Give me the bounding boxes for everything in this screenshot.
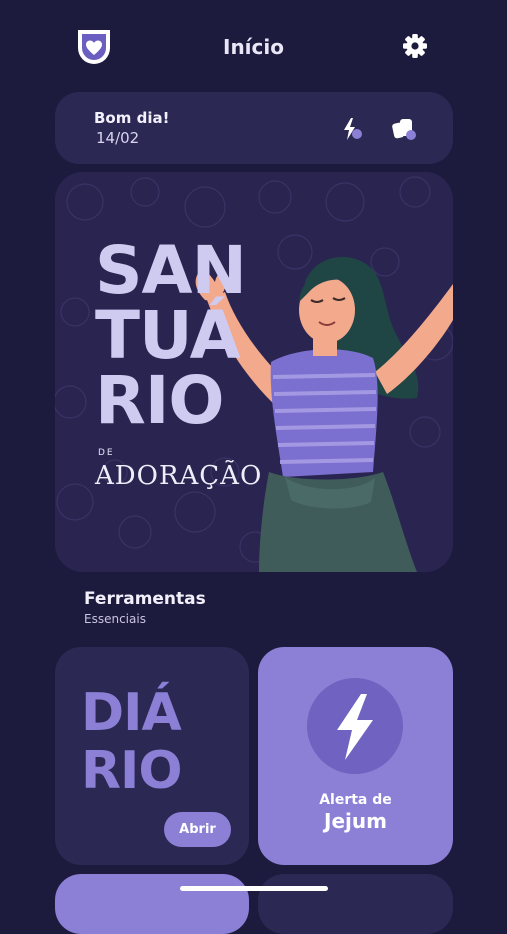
bolt-icon (307, 678, 403, 774)
banner-title-line: TUÁ (95, 297, 241, 374)
next-card[interactable] (258, 874, 453, 934)
diario-card[interactable]: DIÁ RIO Abrir (55, 647, 249, 865)
section-subtitle: Essenciais (84, 612, 146, 626)
section-title: Ferramentas (84, 589, 206, 609)
diario-title-line: RIO (81, 741, 183, 801)
greeting-title: Bom dia! (94, 109, 170, 127)
next-card[interactable] (55, 874, 249, 934)
santuario-banner[interactable]: SAN TUÁ RIO DE ADORAÇÃO (55, 172, 453, 572)
greeting-card: Bom dia! 14/02 (55, 92, 453, 164)
banner-subtitle: ADORAÇÃO (95, 461, 263, 491)
header: Início (0, 0, 507, 96)
banner-title-line: SAN (95, 232, 247, 309)
greeting-date: 14/02 (96, 129, 140, 147)
banner-small-text: DE (98, 448, 115, 458)
page-title: Início (223, 35, 284, 59)
jejum-label: Alerta de (319, 792, 392, 808)
bolt-icon[interactable] (337, 114, 367, 144)
jejum-title: Jejum (324, 809, 387, 833)
alerta-jejum-card[interactable]: Alerta de Jejum (258, 647, 453, 865)
home-indicator[interactable] (180, 886, 328, 891)
banner-title-line: RIO (95, 362, 224, 439)
cards-icon[interactable] (389, 114, 419, 144)
gear-icon[interactable] (402, 33, 428, 59)
abrir-button[interactable]: Abrir (164, 812, 231, 847)
diario-title-line: DIÁ (81, 683, 182, 743)
